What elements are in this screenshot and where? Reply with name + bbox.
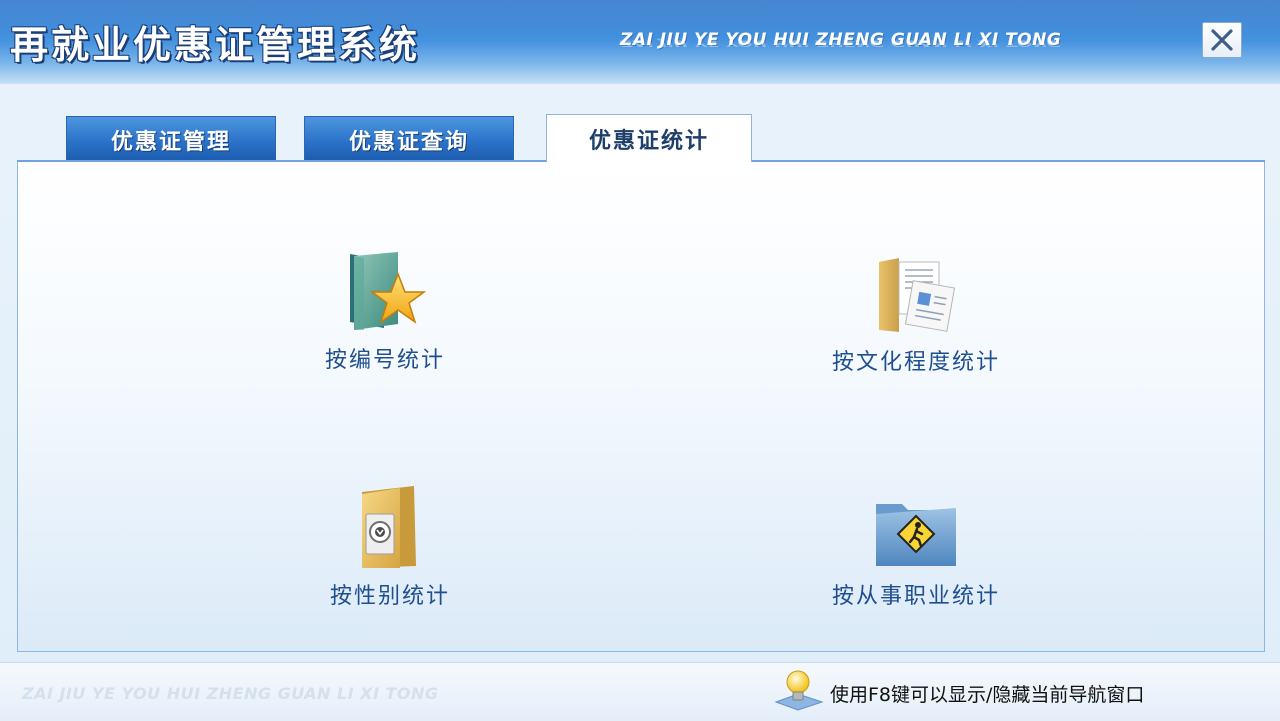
close-icon: [1211, 29, 1233, 51]
folder-pedestrian-icon: [876, 504, 956, 566]
lightbulb-icon: [774, 670, 824, 711]
stat-by-gender[interactable]: 按性别统计: [310, 484, 470, 610]
tab-coupon-statistics[interactable]: 优惠证统计: [546, 114, 752, 162]
app-title: 再就业优惠证管理系统: [10, 22, 421, 67]
close-button[interactable]: [1202, 22, 1242, 58]
content-panel: [17, 160, 1265, 652]
stat-by-occupation-label: 按从事职业统计: [831, 584, 1000, 609]
stat-by-occupation[interactable]: 按从事职业统计: [810, 494, 1022, 610]
tab-coupon-query[interactable]: 优惠证查询: [304, 116, 514, 162]
stat-by-number-label: 按编号统计: [324, 348, 445, 373]
stat-by-number[interactable]: 按编号统计: [305, 250, 465, 374]
app-title-pinyin-reflection: ZAI JIU YE YOU HUI ZHENG GUAN LI XI TONG: [620, 38, 1062, 48]
footer-watermark: ZAI JIU YE YOU HUI ZHENG GUAN LI XI TONG: [22, 684, 439, 703]
stat-by-gender-label: 按性别统计: [329, 584, 450, 609]
stat-by-education[interactable]: 按文化程度统计: [810, 256, 1022, 376]
folder-documents-icon: [879, 258, 956, 332]
folder-disc-icon: [362, 486, 416, 568]
stat-by-education-label: 按文化程度统计: [831, 350, 1000, 375]
f8-hint-text: 使用F8键可以显示/隐藏当前导航窗口: [830, 684, 1145, 706]
folder-star-icon: [350, 252, 427, 330]
title-bar: 再就业优惠证管理系统 ZAI JIU YE YOU HUI ZHENG GUAN…: [0, 0, 1280, 84]
tab-coupon-management[interactable]: 优惠证管理: [66, 116, 276, 162]
